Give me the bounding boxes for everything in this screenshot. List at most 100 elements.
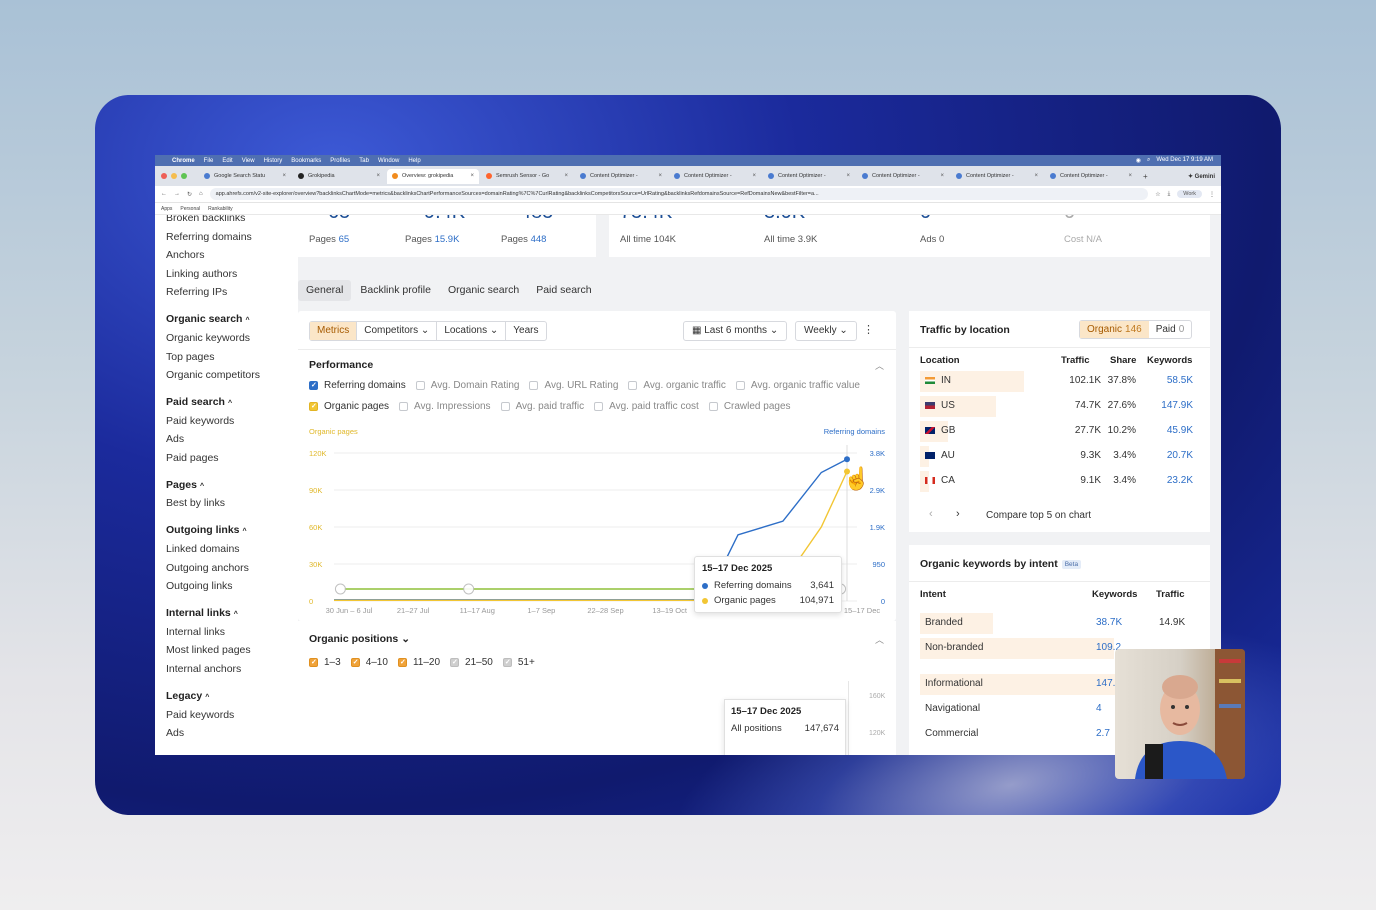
- sidebar-heading-internal-links[interactable]: Internal links ^: [166, 604, 298, 623]
- sidebar-item-best-by-links[interactable]: Best by links: [166, 494, 298, 513]
- minimize-window-button[interactable]: [171, 173, 177, 179]
- pages-metric-3[interactable]: Pages 448: [501, 234, 546, 245]
- keywords-cell[interactable]: 2.7: [1096, 728, 1110, 739]
- sidebar-item-linking-authors[interactable]: Linking authors: [166, 265, 298, 284]
- menubar-clock[interactable]: Wed Dec 17 9:19 AM: [1156, 157, 1213, 164]
- browser-tab[interactable]: Content Optimizer - ×: [763, 169, 855, 184]
- browser-tab[interactable]: Content Optimizer - ×: [1045, 169, 1137, 184]
- keywords-cell[interactable]: 38.7K: [1096, 617, 1122, 628]
- collapse-icon[interactable]: ︿: [875, 633, 884, 646]
- keywords-cell[interactable]: 4: [1096, 703, 1102, 714]
- gemini-button[interactable]: ✦ Gemini: [1188, 173, 1215, 180]
- table-row[interactable]: AU 9.3K 3.4% 20.7K: [909, 444, 1209, 469]
- tab-organic-search[interactable]: Organic search: [440, 280, 527, 301]
- sidebar-item-referring-ips[interactable]: Referring IPs: [166, 283, 298, 302]
- pages-metric-1[interactable]: Pages 65: [309, 234, 349, 245]
- menu-bookmarks[interactable]: Bookmarks: [291, 158, 321, 164]
- sidebar-item-internal-links[interactable]: Internal links: [166, 623, 298, 642]
- close-icon[interactable]: ×: [940, 173, 944, 179]
- keywords-cell[interactable]: 23.2K: [1167, 475, 1193, 486]
- close-icon[interactable]: ×: [846, 173, 850, 179]
- table-row[interactable]: IN 102.1K 37.8% 58.5K: [909, 369, 1209, 394]
- column-header-location[interactable]: Location: [920, 355, 960, 366]
- tab-paid-search[interactable]: Paid search: [528, 280, 599, 301]
- close-window-button[interactable]: [161, 173, 167, 179]
- prev-page-icon[interactable]: ‹: [929, 508, 933, 520]
- organic-positions-title[interactable]: Organic positions ⌄: [309, 633, 410, 645]
- checkbox-pos-11-20[interactable]: [397, 658, 407, 667]
- browser-tab[interactable]: Content Optimizer - ×: [669, 169, 761, 184]
- location-cell[interactable]: US: [925, 400, 955, 411]
- back-icon[interactable]: ←: [161, 191, 167, 197]
- column-header-traffic[interactable]: Traffic: [1061, 355, 1090, 366]
- organic-toggle[interactable]: Organic 146: [1080, 321, 1149, 338]
- sidebar-item-paid-pages[interactable]: Paid pages: [166, 449, 298, 468]
- browser-tab[interactable]: Content Optimizer - ×: [857, 169, 949, 184]
- column-header-keywords[interactable]: Keywords: [1092, 589, 1137, 600]
- compare-top-5-link[interactable]: Compare top 5 on chart: [986, 510, 1091, 521]
- reload-icon[interactable]: ↻: [187, 191, 192, 198]
- sidebar-item-linked-domains[interactable]: Linked domains: [166, 540, 298, 559]
- sidebar-item-organic-competitors[interactable]: Organic competitors: [166, 366, 298, 385]
- sidebar-heading-outgoing-links[interactable]: Outgoing links ^: [166, 521, 298, 540]
- menu-edit[interactable]: Edit: [222, 158, 232, 164]
- menu-chrome[interactable]: Chrome: [172, 158, 195, 164]
- close-icon[interactable]: ×: [564, 173, 568, 179]
- new-tab-button[interactable]: +: [1143, 172, 1148, 181]
- menu-help[interactable]: Help: [408, 158, 420, 164]
- forward-icon[interactable]: →: [174, 191, 180, 197]
- table-row[interactable]: Branded 38.7K 14.9K: [909, 611, 1209, 636]
- column-header-intent[interactable]: Intent: [920, 589, 946, 600]
- menu-profiles[interactable]: Profiles: [330, 158, 350, 164]
- sidebar-item-organic-keywords[interactable]: Organic keywords: [166, 329, 298, 348]
- sidebar-item-internal-anchors[interactable]: Internal anchors: [166, 660, 298, 679]
- close-icon[interactable]: ×: [282, 173, 286, 179]
- table-row[interactable]: GB 27.7K 10.2% 45.9K: [909, 419, 1209, 444]
- sidebar-item-anchors[interactable]: Anchors: [166, 246, 298, 265]
- download-icon[interactable]: ⤓: [1168, 191, 1171, 198]
- checkbox-pos-51-plus[interactable]: [502, 658, 512, 667]
- location-cell[interactable]: GB: [925, 425, 955, 436]
- browser-tab-active[interactable]: Overview: grokipedia ×: [387, 168, 479, 184]
- location-cell[interactable]: IN: [925, 375, 951, 386]
- location-cell[interactable]: AU: [925, 450, 955, 461]
- wifi-icon[interactable]: ◉: [1136, 157, 1141, 164]
- bookmark-apps[interactable]: Apps: [161, 206, 172, 212]
- sidebar-item-outgoing-anchors[interactable]: Outgoing anchors: [166, 559, 298, 578]
- column-header-keywords[interactable]: Keywords: [1147, 355, 1192, 366]
- kebab-menu-icon[interactable]: ⋮: [1209, 191, 1215, 198]
- close-icon[interactable]: ×: [658, 173, 662, 179]
- pages-metric-2[interactable]: Pages 15.9K: [405, 234, 459, 245]
- home-icon[interactable]: ⌂: [199, 191, 203, 197]
- sidebar-item-top-pages[interactable]: Top pages: [166, 348, 298, 367]
- checkbox-pos-4-10[interactable]: [350, 658, 360, 667]
- sidebar-heading-legacy[interactable]: Legacy ^: [166, 687, 298, 706]
- browser-tab[interactable]: Grokipedia ×: [293, 169, 385, 184]
- tab-backlink-profile[interactable]: Backlink profile: [352, 280, 439, 301]
- menu-history[interactable]: History: [264, 158, 283, 164]
- search-icon[interactable]: ⌕: [1147, 157, 1150, 164]
- sidebar-item-legacy-paid-keywords[interactable]: Paid keywords: [166, 706, 298, 725]
- sidebar-heading-pages[interactable]: Pages ^: [166, 476, 298, 495]
- sidebar-heading-organic-search[interactable]: Organic search ^: [166, 310, 298, 329]
- sidebar-heading-paid-search[interactable]: Paid search ^: [166, 393, 298, 412]
- url-field[interactable]: app.ahrefs.com/v2-site-explorer/overview…: [209, 188, 1149, 200]
- bookmark-rankability[interactable]: Rankability: [208, 206, 232, 212]
- sidebar-item-broken-backlinks[interactable]: Broken backlinks: [166, 215, 298, 228]
- column-header-share[interactable]: Share: [1110, 355, 1136, 366]
- browser-tab[interactable]: Content Optimizer - ×: [951, 169, 1043, 184]
- keywords-cell[interactable]: 58.5K: [1167, 375, 1193, 386]
- table-row[interactable]: US 74.7K 27.6% 147.9K: [909, 394, 1209, 419]
- menu-window[interactable]: Window: [378, 158, 399, 164]
- checkbox-pos-1-3[interactable]: [309, 658, 318, 667]
- sidebar-item-referring-domains[interactable]: Referring domains: [166, 228, 298, 247]
- browser-tab[interactable]: Semrush Sensor - Go ×: [481, 169, 573, 184]
- column-header-traffic[interactable]: Traffic: [1156, 589, 1185, 600]
- keywords-cell[interactable]: 147.9K: [1161, 400, 1193, 411]
- profile-button[interactable]: Work: [1177, 190, 1202, 198]
- close-icon[interactable]: ×: [376, 173, 380, 179]
- location-cell[interactable]: CA: [925, 475, 955, 486]
- table-row[interactable]: CA 9.1K 3.4% 23.2K: [909, 469, 1209, 494]
- menu-tab[interactable]: Tab: [359, 158, 369, 164]
- bookmark-star-icon[interactable]: ☆: [1155, 191, 1160, 198]
